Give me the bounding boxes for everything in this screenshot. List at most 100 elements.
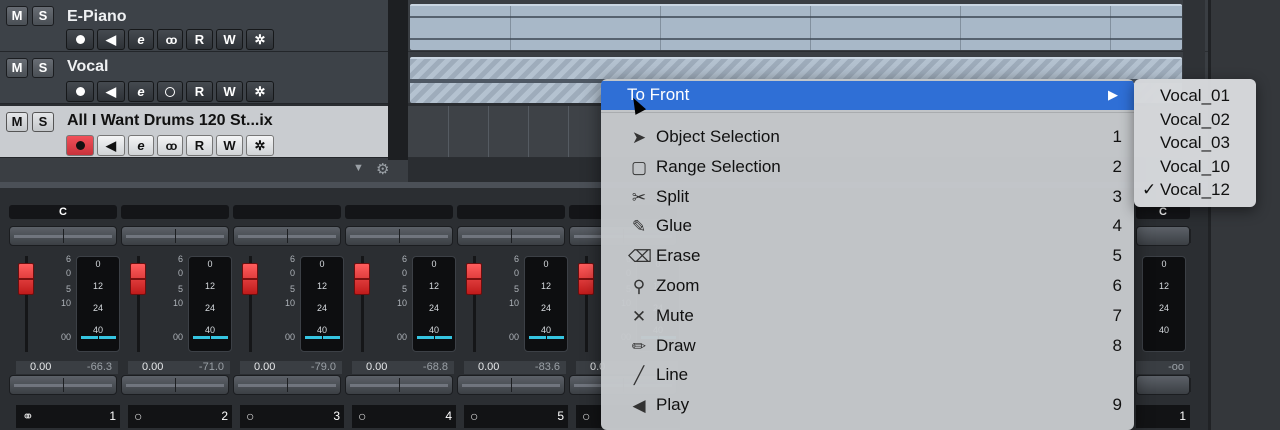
channel-insert-bar[interactable]	[121, 226, 229, 246]
lanes-button[interactable]: oo	[157, 29, 183, 50]
track-name[interactable]: E-Piano	[67, 8, 127, 26]
edit-button[interactable]: e	[128, 135, 154, 156]
channel-name-field[interactable]	[457, 205, 565, 219]
submenu-item-vocal_12[interactable]: ✓ Vocal_12	[1134, 178, 1256, 201]
peak-value[interactable]: -oo	[1168, 361, 1184, 373]
stereo-link-icon[interactable]: ○	[134, 408, 142, 424]
read-automation-button[interactable]: R	[186, 29, 213, 50]
channel-insert-bar[interactable]	[233, 226, 341, 246]
stereo-link-icon[interactable]: ⚭	[22, 408, 34, 425]
monitor-button[interactable]: ◀	[97, 135, 125, 156]
submenu-item-vocal_10[interactable]: Vocal_10	[1134, 155, 1256, 178]
stereo-link-icon[interactable]: ○	[470, 408, 478, 424]
menu-item-to-front[interactable]: To Front ▶	[601, 81, 1134, 110]
track-name[interactable]: Vocal	[67, 58, 109, 76]
read-automation-button[interactable]: R	[186, 135, 213, 156]
write-automation-button[interactable]: W	[216, 135, 243, 156]
write-automation-button[interactable]: W	[216, 29, 243, 50]
menu-item-shortcut: 7	[1112, 305, 1122, 325]
menu-item-zoom[interactable]: ⚲ Zoom 6	[601, 272, 1134, 301]
record-enable-button[interactable]	[66, 29, 94, 50]
peak-value[interactable]: -66.3	[87, 361, 112, 373]
volume-fader[interactable]	[18, 263, 34, 295]
mute-button[interactable]: M	[6, 6, 28, 26]
freeze-button[interactable]: ✲	[246, 29, 274, 50]
solo-button[interactable]: S	[32, 6, 54, 26]
channel-name-field[interactable]: C	[9, 205, 117, 219]
channel-name-field[interactable]	[121, 205, 229, 219]
meter-scale-label: 40	[92, 325, 103, 335]
scissors-icon: ✂	[631, 187, 647, 207]
track-header-drums[interactable]: M S All I Want Drums 120 St...ix ◀ e oo …	[0, 106, 388, 158]
peak-value[interactable]: -83.6	[535, 361, 560, 373]
arrow-pointer-icon: ➤	[631, 128, 647, 147]
track-name[interactable]: All I Want Drums 120 St...ix	[67, 112, 273, 130]
mute-button[interactable]: M	[6, 112, 28, 132]
peak-value[interactable]: -71.0	[199, 361, 224, 373]
write-automation-button[interactable]: W	[216, 81, 243, 102]
peak-value[interactable]: -68.8	[423, 361, 448, 373]
stereo-link-icon[interactable]: ○	[246, 408, 254, 424]
monitor-button[interactable]: ◀	[97, 81, 125, 102]
channel-name-field[interactable]	[233, 205, 341, 219]
gear-icon[interactable]: ⚙	[376, 160, 389, 178]
record-enable-button[interactable]	[66, 135, 94, 156]
submenu-item-vocal_03[interactable]: Vocal_03	[1134, 131, 1256, 154]
menu-item-object-selection[interactable]: ➤ Object Selection 1	[601, 123, 1134, 152]
freeze-button[interactable]: ✲	[246, 135, 274, 156]
menu-item-draw[interactable]: ✏ Draw 8	[601, 332, 1134, 361]
channel-send-bar[interactable]	[233, 375, 341, 395]
menu-item-erase[interactable]: ⌫ Erase 5	[601, 242, 1134, 271]
track-header-epiano[interactable]: M S E-Piano ◀ e oo R W ✲	[0, 0, 388, 52]
channel-name-field[interactable]	[345, 205, 453, 219]
monitor-button[interactable]: ◀	[97, 29, 125, 50]
channel-insert-bar[interactable]	[345, 226, 453, 246]
lanes-button[interactable]	[157, 81, 183, 102]
track-header-vocal[interactable]: M S Vocal ◀ e R W ✲	[0, 52, 388, 104]
mute-button[interactable]: M	[6, 58, 28, 78]
channel-name-field[interactable]: C	[1136, 205, 1190, 219]
submenu-item-vocal_02[interactable]: Vocal_02	[1134, 108, 1256, 131]
volume-fader[interactable]	[242, 263, 258, 295]
channel-send-bar[interactable]	[345, 375, 453, 395]
volume-fader[interactable]	[578, 263, 594, 295]
edit-button[interactable]: e	[128, 81, 154, 102]
stereo-link-icon[interactable]: ○	[358, 408, 366, 424]
channel-send-bar[interactable]	[121, 375, 229, 395]
menu-item-range-selection[interactable]: ▢ Range Selection 2	[601, 153, 1134, 182]
peak-value[interactable]: -79.0	[311, 361, 336, 373]
menu-item-play[interactable]: ◀ Play 9	[601, 391, 1134, 420]
solo-button[interactable]: S	[32, 112, 54, 132]
fader-scale-label: 0	[177, 268, 183, 278]
volume-value[interactable]: 0.00	[366, 361, 387, 373]
volume-value[interactable]: 0.00	[142, 361, 163, 373]
volume-value[interactable]: 0.00	[254, 361, 275, 373]
mixer-channel-strip: 6 0 5 10 00 0 12 24 40 0.00 -71.0 ○ 2	[120, 188, 232, 430]
record-enable-button[interactable]	[66, 81, 94, 102]
read-automation-button[interactable]: R	[186, 81, 213, 102]
menu-item-split[interactable]: ✂ Split 3	[601, 183, 1134, 212]
menu-item-line[interactable]: ╱ Line	[601, 361, 1134, 390]
solo-button[interactable]: S	[32, 58, 54, 78]
stereo-link-icon[interactable]: ○	[582, 408, 590, 424]
freeze-button[interactable]: ✲	[246, 81, 274, 102]
volume-fader[interactable]	[466, 263, 482, 295]
channel-insert-bar[interactable]	[9, 226, 117, 246]
channel-insert-bar[interactable]	[457, 226, 565, 246]
midi-part[interactable]	[410, 4, 1182, 50]
channel-send-bar[interactable]	[1136, 375, 1191, 395]
volume-value[interactable]: 0.00	[478, 361, 499, 373]
lanes-button[interactable]: oo	[157, 135, 183, 156]
edit-button[interactable]: e	[128, 29, 154, 50]
volume-fader[interactable]	[130, 263, 146, 295]
menu-item-glue[interactable]: ✎ Glue 4	[601, 212, 1134, 241]
track-splitter[interactable]	[388, 0, 408, 160]
channel-send-bar[interactable]	[9, 375, 117, 395]
volume-fader[interactable]	[354, 263, 370, 295]
collapse-triangle-icon[interactable]: ▼	[353, 162, 364, 174]
channel-send-bar[interactable]	[457, 375, 565, 395]
menu-item-mute[interactable]: ✕ Mute 7	[601, 302, 1134, 331]
volume-value[interactable]: 0.00	[30, 361, 51, 373]
submenu-item-vocal_01[interactable]: Vocal_01	[1134, 84, 1256, 107]
channel-insert-bar[interactable]	[1136, 226, 1191, 246]
